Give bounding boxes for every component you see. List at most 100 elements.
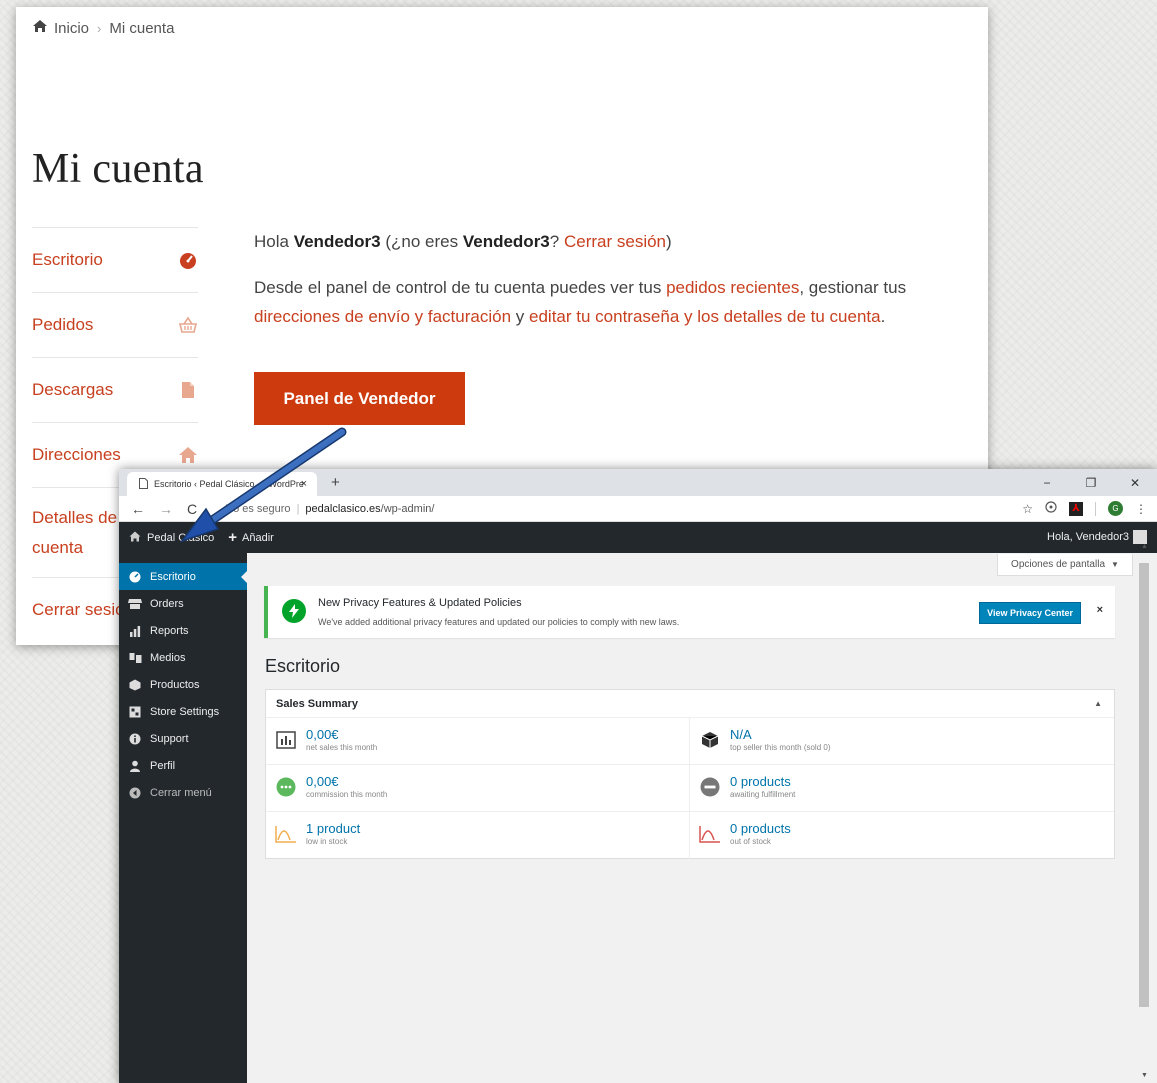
close-icon[interactable]: ✕ <box>1113 476 1157 490</box>
privacy-notice: New Privacy Features & Updated Policies … <box>264 586 1115 638</box>
logout-link[interactable]: Cerrar sesión <box>564 232 666 251</box>
dashboard-icon <box>128 570 142 584</box>
breadcrumb-current: Mi cuenta <box>109 19 175 37</box>
edit-account-link[interactable]: editar tu contraseña y los detalles de t… <box>529 307 881 326</box>
account-nav-descargas[interactable]: Descargas <box>32 357 198 422</box>
avatar[interactable] <box>1133 530 1147 544</box>
bookmark-star-icon[interactable]: ☆ <box>1022 502 1033 516</box>
addresses-link[interactable]: direcciones de envío y facturación <box>254 307 511 326</box>
summary-value[interactable]: 0,00€ <box>306 774 387 789</box>
sidebar-item-medios[interactable]: Medios <box>119 644 247 671</box>
forward-icon[interactable]: → <box>159 501 173 517</box>
username: Vendedor3 <box>462 232 550 251</box>
sidebar-item-perfil[interactable]: Perfil <box>119 752 247 779</box>
url-host: pedalclasico.es <box>305 502 381 515</box>
more-icon <box>275 776 297 798</box>
sales-summary-box: Sales Summary ▲ 0,00€ net sales this mon… <box>265 689 1115 859</box>
browser-menu-icon[interactable]: ⋮ <box>1135 502 1147 516</box>
screen-options-label: Opciones de pantalla <box>1011 559 1106 570</box>
sidebar-item-reports[interactable]: Reports <box>119 617 247 644</box>
summary-label: net sales this month <box>306 743 378 752</box>
sales-summary-grid: 0,00€ net sales this month N/A top selle… <box>266 718 1114 859</box>
cube-icon <box>699 729 721 751</box>
account-nav-escritorio[interactable]: Escritorio <box>32 227 198 292</box>
collapse-toggle-icon[interactable]: ▲ <box>1094 699 1102 708</box>
minus-circle-icon <box>699 776 721 798</box>
address-bar: ← → C No es seguro | pedalclasico.es /wp… <box>119 496 1157 522</box>
summary-value[interactable]: 0 products <box>730 774 795 789</box>
minimize-icon[interactable]: − <box>1025 476 1069 490</box>
account-nav-label: Descargas <box>32 380 114 399</box>
summary-top-seller: N/A top seller this month (sold 0) <box>690 718 1114 765</box>
view-privacy-center-button[interactable]: View Privacy Center <box>979 602 1081 624</box>
sidebar-item-label: Orders <box>150 597 184 610</box>
summary-value[interactable]: 0 products <box>730 821 791 836</box>
vendor-panel-button[interactable]: Panel de Vendedor <box>254 372 465 425</box>
chevron-down-icon: ▼ <box>1111 560 1119 569</box>
sidebar-item-support[interactable]: Support <box>119 725 247 752</box>
media-icon <box>128 651 142 665</box>
sidebar-item-escritorio[interactable]: Escritorio <box>119 563 247 590</box>
summary-value[interactable]: 1 product <box>306 821 360 836</box>
reload-icon[interactable]: C <box>187 501 197 517</box>
browser-window: Escritorio ‹ Pedal Clásico — WordPress ×… <box>119 469 1157 1083</box>
new-tab-button[interactable]: + <box>331 474 340 491</box>
extension-icon[interactable] <box>1045 501 1057 516</box>
sidebar-item-productos[interactable]: Productos <box>119 671 247 698</box>
notice-description: We've added additional privacy features … <box>318 617 680 627</box>
scroll-up-icon[interactable]: ▲ <box>1141 543 1148 550</box>
pdf-extension-icon[interactable]: ⅄ <box>1069 501 1083 516</box>
admin-bar-site[interactable]: Pedal Clásico <box>129 531 214 545</box>
plus-icon: + <box>228 529 238 546</box>
summary-value[interactable]: N/A <box>730 727 831 742</box>
lightning-icon <box>282 599 306 623</box>
home-icon <box>178 445 198 465</box>
restore-icon[interactable]: ❐ <box>1069 476 1113 490</box>
breadcrumb-separator: › <box>97 20 102 36</box>
tab-close-icon[interactable]: × <box>301 478 307 490</box>
account-nav-pedidos[interactable]: Pedidos <box>32 292 198 357</box>
sidebar-item-store-settings[interactable]: Store Settings <box>119 698 247 725</box>
scroll-down-icon[interactable]: ▼ <box>1141 1072 1148 1079</box>
breadcrumb-home-link[interactable]: Inicio <box>54 20 89 37</box>
insecure-label[interactable]: No es seguro <box>225 503 290 515</box>
sidebar-item-label: Perfil <box>150 759 176 772</box>
info-icon <box>128 732 142 746</box>
account-nav-label: Direcciones <box>32 445 121 464</box>
intro-text-3: y <box>515 307 525 326</box>
summary-out-of-stock: 0 products out of stock <box>690 812 1114 859</box>
browser-tab[interactable]: Escritorio ‹ Pedal Clásico — WordPress × <box>127 472 317 496</box>
back-icon[interactable]: ← <box>131 501 145 517</box>
sidebar-item-collapse[interactable]: Cerrar menú <box>119 779 247 806</box>
collapse-icon <box>128 786 142 800</box>
sales-summary-title: Sales Summary <box>276 697 358 710</box>
add-label: Añadir <box>242 531 274 544</box>
summary-value[interactable]: 0,00€ <box>306 727 377 742</box>
sidebar-item-label: Escritorio <box>150 570 196 583</box>
url-field[interactable]: No es seguro | pedalclasico.es /wp-admin… <box>211 503 434 515</box>
admin-bar-greeting[interactable]: Hola, Vendedor3 <box>1047 531 1129 543</box>
sales-summary-header[interactable]: Sales Summary ▲ <box>266 690 1114 718</box>
home-icon[interactable] <box>32 19 48 37</box>
summary-awaiting-fulfillment: 0 products awaiting fulfillment <box>690 765 1114 812</box>
page-scrollbar[interactable]: ▲ ▼ <box>1133 543 1157 1083</box>
sidebar-item-label: Reports <box>150 624 189 637</box>
greeting-not-you: (¿no eres <box>385 232 459 251</box>
summary-net-sales: 0,00€ net sales this month <box>266 718 690 765</box>
settings-icon <box>128 705 142 719</box>
dismiss-icon[interactable]: × <box>1097 604 1103 616</box>
screen-options-button[interactable]: Opciones de pantalla ▼ <box>997 554 1133 576</box>
bar-chart-icon <box>275 729 297 751</box>
profile-avatar[interactable]: G <box>1108 501 1123 516</box>
wp-admin-bar: Pedal Clásico + Añadir Hola, Vendedor3 <box>119 522 1157 553</box>
admin-bar-add[interactable]: + Añadir <box>228 529 274 546</box>
wp-admin: Escritorio Orders Reports Medios Product… <box>119 553 1157 1083</box>
greeting-hola: Hola <box>254 232 289 251</box>
username: Vendedor3 <box>293 232 381 251</box>
recent-orders-link[interactable]: pedidos recientes <box>666 278 799 297</box>
page-title: Mi cuenta <box>32 146 204 192</box>
summary-label: top seller this month (sold 0) <box>730 743 831 752</box>
scrollbar-thumb[interactable] <box>1139 563 1149 1007</box>
browser-extensions: ☆ ⅄ G ⋮ <box>1022 501 1147 516</box>
sidebar-item-orders[interactable]: Orders <box>119 590 247 617</box>
